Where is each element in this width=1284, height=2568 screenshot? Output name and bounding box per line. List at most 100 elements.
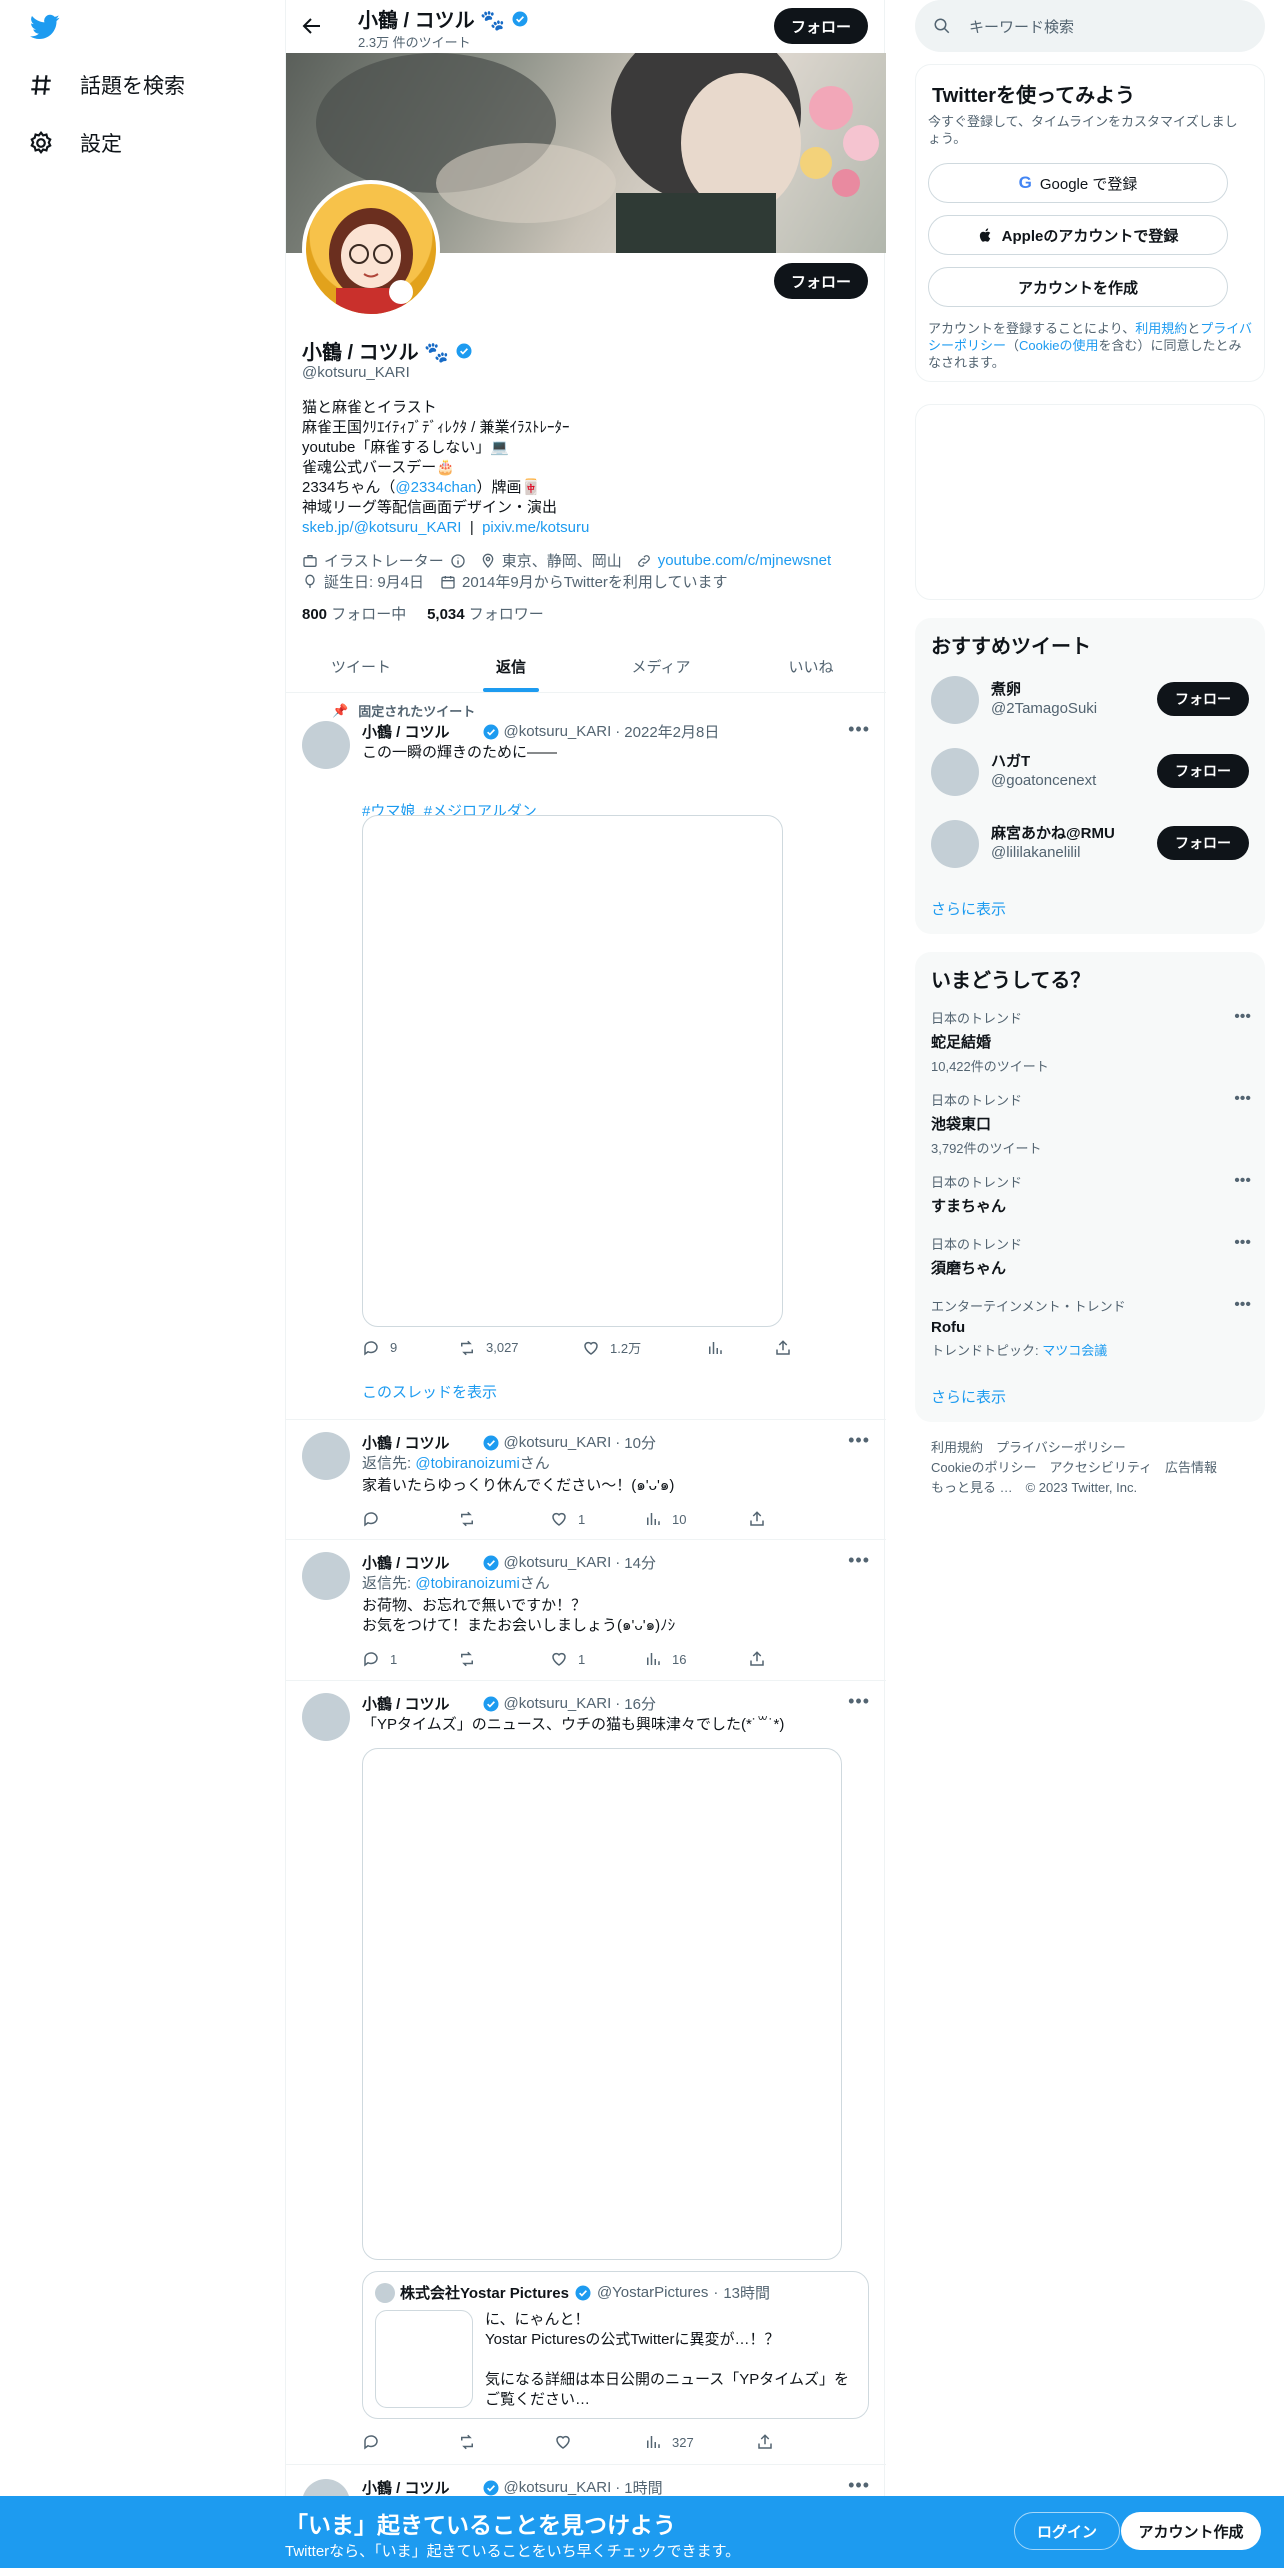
more-options-icon[interactable]: •••: [848, 1691, 870, 1712]
following-link[interactable]: 800 フォロー中: [302, 606, 406, 623]
more-options-icon[interactable]: •••: [848, 1430, 870, 1451]
tweet-author-handle[interactable]: @kotsuru_KARI: [504, 1695, 612, 1712]
trend-item[interactable]: 日本のトレンド 蛇足結婚 10,422件のツイート •••: [931, 1008, 1251, 1075]
tweet-author-handle[interactable]: @kotsuru_KARI: [504, 1434, 612, 1451]
tweet-author-name[interactable]: 小鶴 / コツル: [362, 1432, 450, 1453]
terms-link[interactable]: 利用規約: [1135, 321, 1187, 336]
retweet-button[interactable]: [458, 1650, 550, 1668]
tweet-avatar[interactable]: [302, 1432, 350, 1480]
bio-skeb-link[interactable]: skeb.jp/@kotsuru_KARI: [302, 519, 461, 536]
suggestion-item[interactable]: ハガT @goatoncenext フォロー: [931, 744, 1251, 800]
tweet-author-handle[interactable]: @kotsuru_KARI: [504, 2479, 612, 2496]
more-options-icon[interactable]: •••: [848, 2475, 870, 2496]
tab-replies[interactable]: 返信: [436, 640, 586, 692]
suggestions-show-more[interactable]: さらに表示: [931, 898, 1006, 919]
google-signup-button[interactable]: G Google で登録: [928, 163, 1228, 203]
profile-follow-button[interactable]: フォロー: [774, 263, 868, 299]
search-box[interactable]: キーワード検索: [915, 0, 1265, 52]
retweet-button[interactable]: [458, 2433, 554, 2451]
trend-item[interactable]: 日本のトレンド 池袋東口 3,792件のツイート •••: [931, 1090, 1251, 1157]
twitter-logo-icon[interactable]: [28, 12, 62, 42]
reply-button[interactable]: 1: [362, 1650, 458, 1668]
quote-tweet-card[interactable]: 株式会社Yostar Pictures @YostarPictures · 13…: [362, 2271, 869, 2419]
retweet-button[interactable]: 3,027: [458, 1338, 582, 1357]
tweet-avatar[interactable]: [302, 1693, 350, 1741]
apple-signup-button[interactable]: Appleのアカウントで登録: [928, 215, 1228, 255]
share-button[interactable]: [748, 1650, 766, 1668]
like-button[interactable]: [554, 2433, 644, 2451]
trend-item[interactable]: エンターテインメント・トレンド Rofu トレンドトピック: マツコ会議 •••: [931, 1296, 1251, 1359]
retweet-button[interactable]: [458, 1510, 550, 1528]
tweet-avatar[interactable]: [302, 721, 350, 769]
share-button[interactable]: [774, 1338, 792, 1357]
tweet-author-handle[interactable]: @kotsuru_KARI: [504, 1554, 612, 1571]
footer-line[interactable]: 利用規約 プライバシーポリシー: [931, 1438, 1217, 1458]
bio-mention-link[interactable]: @2334chan: [395, 479, 476, 496]
suggestion-follow-button[interactable]: フォロー: [1157, 682, 1249, 716]
share-button[interactable]: [748, 1510, 766, 1528]
tweet-time[interactable]: 16分: [624, 1693, 656, 1714]
trend-item[interactable]: 日本のトレンド すまちゃん •••: [931, 1172, 1251, 1216]
trends-show-more[interactable]: さらに表示: [931, 1386, 1006, 1407]
tweet-time[interactable]: 2022年2月8日: [624, 721, 719, 742]
reply-button[interactable]: [362, 2433, 458, 2451]
views-button[interactable]: 10: [644, 1510, 748, 1528]
tab-tweets[interactable]: ツイート: [286, 640, 436, 692]
tweet-avatar[interactable]: [302, 1552, 350, 1600]
trend-more-icon[interactable]: •••: [1234, 1090, 1251, 1108]
profile-website-link[interactable]: youtube.com/c/mjnewsnet: [658, 552, 831, 569]
trend-more-icon[interactable]: •••: [1234, 1234, 1251, 1252]
suggestion-item[interactable]: 麻宮あかね@RMU @lililakanelilil フォロー: [931, 816, 1251, 872]
tweet-with-quote[interactable]: 小鶴 / コツル @kotsuru_KARI · 16分 ••• 「YPタイムズ…: [286, 1681, 886, 2465]
tweet-reply[interactable]: 小鶴 / コツル @kotsuru_KARI · 10分 ••• 返信先: @t…: [286, 1420, 886, 1540]
back-arrow-icon[interactable]: [300, 14, 324, 38]
trend-more-icon[interactable]: •••: [1234, 1172, 1251, 1190]
suggestion-item[interactable]: 煮卵 @2TamagoSuki フォロー: [931, 672, 1251, 728]
like-button[interactable]: 1.2万: [582, 1338, 706, 1357]
tweet-time[interactable]: 14分: [624, 1552, 656, 1573]
reply-button[interactable]: 9: [362, 1338, 458, 1357]
views-button[interactable]: [706, 1338, 774, 1357]
tab-media[interactable]: メディア: [586, 640, 736, 692]
more-options-icon[interactable]: •••: [848, 719, 870, 740]
like-button[interactable]: 1: [550, 1510, 644, 1528]
reply-to-link[interactable]: @tobiranoizumi: [415, 1455, 519, 1472]
signup-button[interactable]: アカウント作成: [1121, 2512, 1261, 2550]
cookie-link[interactable]: Cookieの使用: [1019, 338, 1098, 353]
tweet-reply[interactable]: 小鶴 / コツル @kotsuru_KARI · 1時間 •••: [286, 2465, 886, 2496]
nav-settings[interactable]: 設定: [28, 128, 122, 158]
tweet-avatar[interactable]: [302, 2479, 350, 2496]
tweet-reply[interactable]: 小鶴 / コツル @kotsuru_KARI · 14分 ••• 返信先: @t…: [286, 1540, 886, 1681]
tweet-author-name[interactable]: 小鶴 / コツル: [362, 2477, 450, 2496]
tweet-pinned[interactable]: 📌 固定されたツイート 小鶴 / コツル @kotsuru_KARI · 202…: [286, 693, 886, 1420]
suggestion-follow-button[interactable]: フォロー: [1157, 826, 1249, 860]
followers-link[interactable]: 5,034 フォロワー: [427, 606, 544, 623]
trend-item[interactable]: 日本のトレンド 須磨ちゃん •••: [931, 1234, 1251, 1278]
reply-button[interactable]: [362, 1510, 458, 1528]
tweet-author-handle[interactable]: @kotsuru_KARI: [504, 723, 612, 740]
tab-likes[interactable]: いいね: [736, 640, 886, 692]
trend-topic-link[interactable]: マツコ会議: [1042, 1343, 1107, 1358]
more-options-icon[interactable]: •••: [848, 1550, 870, 1571]
tweet-time[interactable]: 10分: [624, 1432, 656, 1453]
tweet-media[interactable]: [362, 815, 783, 1327]
profile-avatar[interactable]: [302, 180, 440, 318]
tweet-author-name[interactable]: 小鶴 / コツル: [362, 1552, 450, 1573]
footer-line[interactable]: もっと見る … © 2023 Twitter, Inc.: [931, 1478, 1217, 1498]
tweet-author-name[interactable]: 小鶴 / コツル: [362, 721, 450, 742]
trend-more-icon[interactable]: •••: [1234, 1008, 1251, 1026]
trend-more-icon[interactable]: •••: [1234, 1296, 1251, 1314]
show-thread-link[interactable]: このスレッドを表示: [362, 1383, 497, 1403]
tweet-media[interactable]: [362, 1748, 842, 2260]
create-account-button[interactable]: アカウントを作成: [928, 267, 1228, 307]
bio-pixiv-link[interactable]: pixiv.me/kotsuru: [482, 519, 589, 536]
login-button[interactable]: ログイン: [1014, 2512, 1120, 2550]
reply-to-link[interactable]: @tobiranoizumi: [415, 1575, 519, 1592]
nav-explore[interactable]: 話題を検索: [28, 70, 185, 100]
views-button[interactable]: 327: [644, 2433, 756, 2451]
footer-line[interactable]: Cookieのポリシー アクセシビリティ 広告情報: [931, 1458, 1217, 1478]
tweet-author-name[interactable]: 小鶴 / コツル: [362, 1693, 450, 1714]
tweet-time[interactable]: 1時間: [624, 2477, 662, 2496]
topbar-follow-button[interactable]: フォロー: [774, 8, 868, 44]
like-button[interactable]: 1: [550, 1650, 644, 1668]
